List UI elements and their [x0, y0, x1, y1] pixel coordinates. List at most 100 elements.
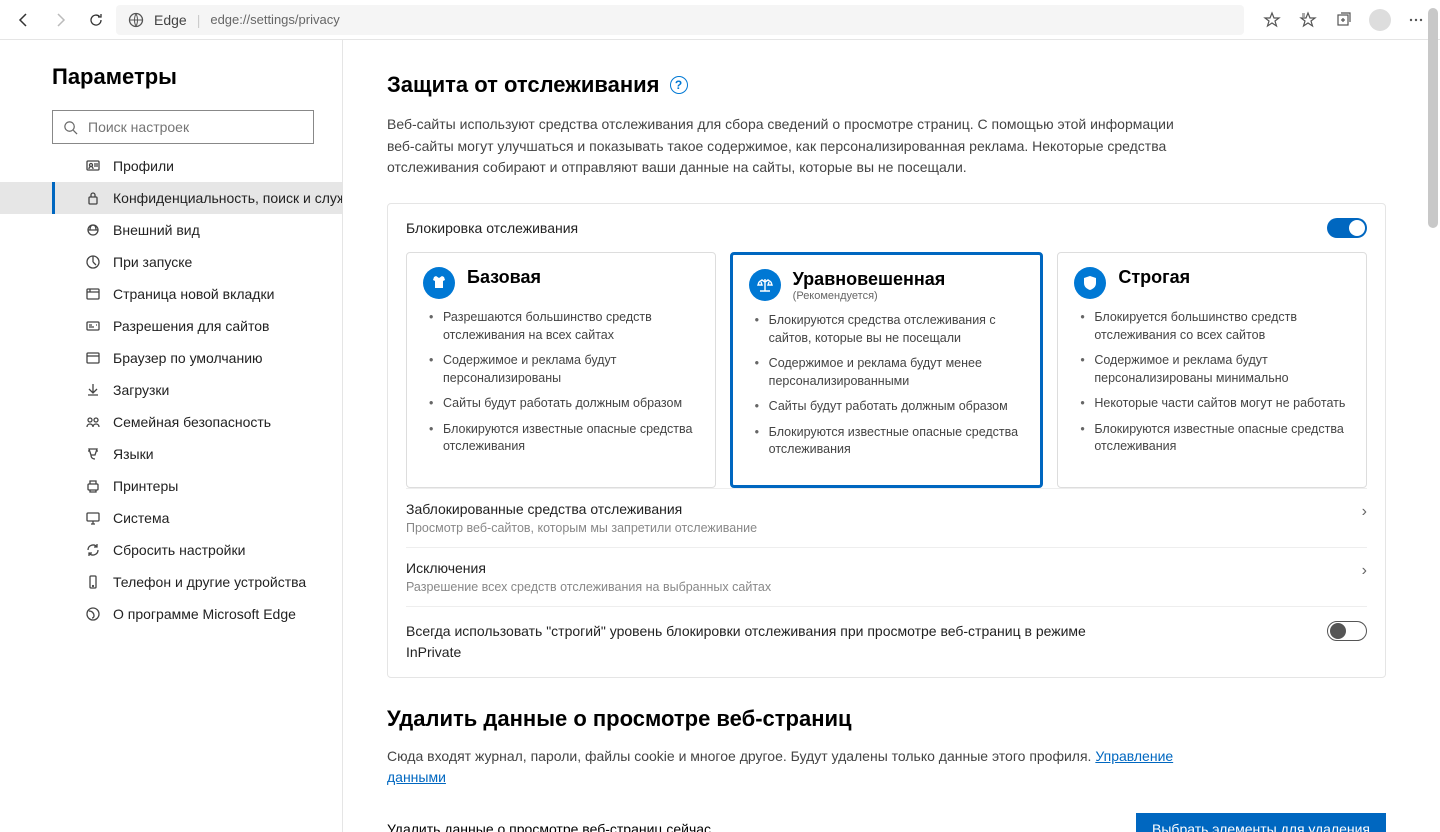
- level-bullet: Блокируются известные опасные средства о…: [755, 424, 1025, 459]
- sidebar-item-label: Страница новой вкладки: [113, 286, 274, 302]
- tracking-toggle-label: Блокировка отслеживания: [406, 220, 578, 236]
- browser-toolbar: Edge | edge://settings/privacy: [0, 0, 1440, 40]
- sidebar-item-label: Конфиденциальность, поиск и службы: [113, 190, 343, 206]
- sidebar-item-10[interactable]: Принтеры: [0, 470, 342, 502]
- tracking-description: Веб-сайты используют средства отслеживан…: [387, 114, 1197, 179]
- sidebar-item-label: Система: [113, 510, 169, 526]
- tracking-card: Блокировка отслеживания Базовая Разрешаю…: [387, 203, 1386, 678]
- level-bullet: Блокируются средства отслеживания с сайт…: [755, 312, 1025, 347]
- nav-icon: [83, 286, 103, 302]
- nav-icon: [83, 190, 103, 206]
- level-basic[interactable]: Базовая Разрешаются большинство средств …: [406, 252, 716, 488]
- nav-icon: [83, 254, 103, 270]
- nav-icon: [83, 414, 103, 430]
- url-text: edge://settings/privacy: [210, 12, 339, 27]
- clear-now-label: Удалить данные о просмотре веб-страниц с…: [387, 821, 711, 832]
- sidebar-item-5[interactable]: Разрешения для сайтов: [0, 310, 342, 342]
- sidebar-item-1[interactable]: Конфиденциальность, поиск и службы: [0, 182, 342, 214]
- sidebar-item-label: Семейная безопасность: [113, 414, 271, 430]
- level-bullet: Содержимое и реклама будут персонализиро…: [1080, 352, 1350, 387]
- sidebar-item-0[interactable]: Профили: [0, 150, 342, 182]
- tracking-toggle[interactable]: [1327, 218, 1367, 238]
- sidebar-item-label: Принтеры: [113, 478, 178, 494]
- level-bullet: Содержимое и реклама будут менее персона…: [755, 355, 1025, 390]
- search-box[interactable]: [52, 110, 314, 144]
- nav-icon: [83, 158, 103, 174]
- level-strict[interactable]: Строгая Блокируется большинство средств …: [1057, 252, 1367, 488]
- level-bullet: Разрешаются большинство средств отслежив…: [429, 309, 699, 344]
- scrollbar[interactable]: [1426, 0, 1440, 792]
- sidebar-item-label: Профили: [113, 158, 174, 174]
- sidebar-item-4[interactable]: Страница новой вкладки: [0, 278, 342, 310]
- sidebar-item-label: Внешний вид: [113, 222, 200, 238]
- search-icon: [63, 120, 78, 135]
- separator: |: [197, 12, 201, 28]
- chevron-right-icon: ›: [1362, 501, 1367, 521]
- nav-icon: [83, 606, 103, 622]
- sidebar-item-label: О программе Microsoft Edge: [113, 606, 296, 622]
- sidebar-item-label: Браузер по умолчанию: [113, 350, 263, 366]
- inprivate-strict-label: Всегда использовать "строгий" уровень бл…: [406, 621, 1106, 663]
- sidebar-title: Параметры: [52, 64, 342, 90]
- sidebar-item-7[interactable]: Загрузки: [0, 374, 342, 406]
- nav-icon: [83, 478, 103, 494]
- sidebar-item-3[interactable]: При запуске: [0, 246, 342, 278]
- address-bar[interactable]: Edge | edge://settings/privacy: [116, 5, 1244, 35]
- nav-icon: [83, 542, 103, 558]
- sidebar-item-14[interactable]: О программе Microsoft Edge: [0, 598, 342, 630]
- sidebar-item-label: Языки: [113, 446, 154, 462]
- nav-icon: [83, 574, 103, 590]
- sidebar-item-6[interactable]: Браузер по умолчанию: [0, 342, 342, 374]
- favorite-button[interactable]: [1256, 4, 1288, 36]
- sidebar-item-2[interactable]: Внешний вид: [0, 214, 342, 246]
- nav-icon: [83, 222, 103, 238]
- chevron-right-icon: ›: [1362, 560, 1367, 580]
- clear-description: Сюда входят журнал, пароли, файлы cookie…: [387, 746, 1197, 789]
- sidebar-nav: Профили Конфиденциальность, поиск и служб…: [0, 150, 342, 630]
- inprivate-strict-toggle[interactable]: [1327, 621, 1367, 641]
- edge-icon: [128, 12, 144, 28]
- sidebar-item-11[interactable]: Система: [0, 502, 342, 534]
- choose-what-to-clear-button[interactable]: Выбрать элементы для удаления: [1136, 813, 1386, 832]
- clear-heading: Удалить данные о просмотре веб-страниц: [387, 706, 1386, 732]
- sidebar-item-label: Сбросить настройки: [113, 542, 245, 558]
- nav-icon: [83, 446, 103, 462]
- nav-icon: [83, 382, 103, 398]
- profile-button[interactable]: [1364, 4, 1396, 36]
- level-bullet: Сайты будут работать должным образом: [429, 395, 699, 413]
- settings-content: Защита от отслеживания ? Веб-сайты испол…: [343, 40, 1440, 832]
- balance-icon: [749, 269, 781, 301]
- blocked-trackers-row[interactable]: Заблокированные средства отслеживания Пр…: [406, 488, 1367, 547]
- app-label: Edge: [154, 12, 187, 28]
- sidebar-item-12[interactable]: Сбросить настройки: [0, 534, 342, 566]
- exceptions-row[interactable]: Исключения Разрешение всех средств отсле…: [406, 547, 1367, 606]
- level-bullet: Содержимое и реклама будут персонализиро…: [429, 352, 699, 387]
- favorites-list-button[interactable]: [1292, 4, 1324, 36]
- level-balanced[interactable]: Уравновешенная (Рекомендуется) Блокируют…: [730, 252, 1044, 488]
- sidebar-item-label: Телефон и другие устройства: [113, 574, 306, 590]
- collections-button[interactable]: [1328, 4, 1360, 36]
- tracking-heading: Защита от отслеживания ?: [387, 72, 1386, 98]
- help-icon[interactable]: ?: [670, 76, 688, 94]
- level-bullet: Некоторые части сайтов могут не работать: [1080, 395, 1350, 413]
- sidebar-item-9[interactable]: Языки: [0, 438, 342, 470]
- level-bullet: Блокируются известные опасные средства о…: [1080, 421, 1350, 456]
- forward-button[interactable]: [44, 4, 76, 36]
- sidebar-item-label: Разрешения для сайтов: [113, 318, 269, 334]
- nav-icon: [83, 318, 103, 334]
- sidebar-item-label: Загрузки: [113, 382, 169, 398]
- sidebar-item-label: При запуске: [113, 254, 192, 270]
- back-button[interactable]: [8, 4, 40, 36]
- level-bullet: Блокируется большинство средств отслежив…: [1080, 309, 1350, 344]
- search-input[interactable]: [88, 119, 303, 135]
- avatar-icon: [1369, 9, 1391, 31]
- refresh-button[interactable]: [80, 4, 112, 36]
- level-bullet: Сайты будут работать должным образом: [755, 398, 1025, 416]
- level-bullet: Блокируются известные опасные средства о…: [429, 421, 699, 456]
- nav-icon: [83, 350, 103, 366]
- settings-sidebar: Параметры Профили Конфиденциальность, пои…: [0, 40, 343, 832]
- sidebar-item-13[interactable]: Телефон и другие устройства: [0, 566, 342, 598]
- sidebar-item-8[interactable]: Семейная безопасность: [0, 406, 342, 438]
- shield-icon: [1074, 267, 1106, 299]
- shirt-icon: [423, 267, 455, 299]
